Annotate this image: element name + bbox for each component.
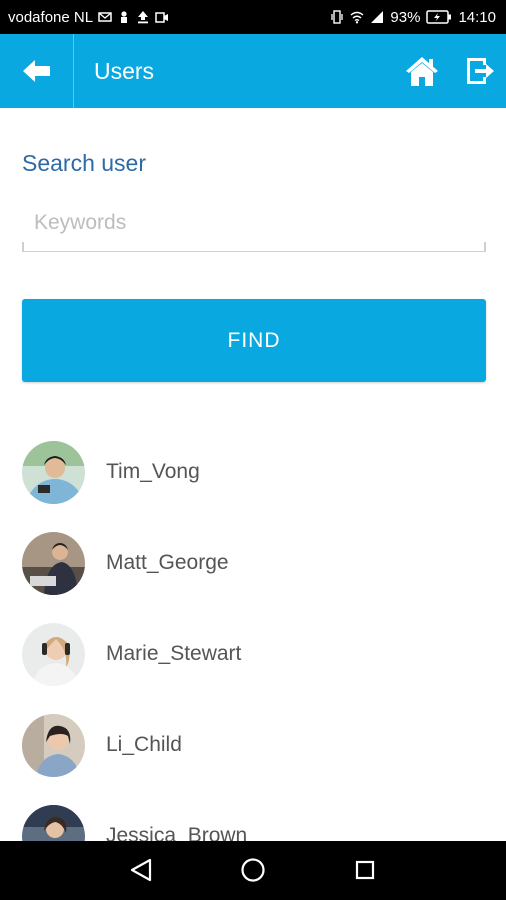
user-name: Marie_Stewart	[106, 642, 242, 665]
app-bar: Users	[0, 34, 506, 108]
battery-charging-icon	[426, 10, 452, 24]
status-bar-right: 93% 14:10	[330, 0, 496, 34]
upload-icon	[138, 11, 149, 24]
carrier-label: vodafone NL	[8, 8, 94, 26]
signal-icon	[371, 11, 384, 23]
back-arrow-icon	[22, 60, 50, 82]
mail-icon	[98, 12, 112, 22]
avatar	[22, 714, 85, 777]
voicemail-icon	[155, 12, 169, 23]
input-underline-left-tick	[22, 242, 24, 252]
status-bar-left: vodafone NL	[8, 0, 169, 34]
home-circle-icon	[241, 858, 265, 882]
back-triangle-icon	[130, 858, 152, 882]
home-button[interactable]	[404, 53, 440, 89]
battery-percent: 93%	[390, 8, 421, 26]
list-item[interactable]: Marie_Stewart	[0, 602, 506, 693]
status-bar: vodafone NL 93% 14:10	[0, 0, 506, 34]
list-item[interactable]: Jessica_Brown	[0, 784, 506, 841]
avatar	[22, 441, 85, 504]
nav-home-button[interactable]	[238, 855, 268, 885]
avatar	[22, 623, 85, 686]
home-icon	[406, 57, 438, 86]
clock: 14:10	[458, 8, 496, 26]
system-nav-bar	[0, 841, 506, 900]
list-item[interactable]: Tim_Vong	[0, 420, 506, 511]
list-item[interactable]: Matt_George	[0, 511, 506, 602]
user-list: Tim_Vong Matt_George Marie_Stewart Li_Ch…	[0, 420, 506, 841]
recents-square-icon	[355, 860, 375, 880]
find-button[interactable]: FIND	[22, 299, 486, 382]
input-underline-right-tick	[484, 242, 486, 252]
nav-recents-button[interactable]	[350, 855, 380, 885]
vibrate-icon	[331, 10, 344, 24]
logout-button[interactable]	[464, 55, 496, 87]
logout-icon	[467, 58, 494, 84]
user-name: Jessica_Brown	[106, 824, 248, 841]
nav-back-button[interactable]	[126, 855, 156, 885]
search-input[interactable]	[22, 194, 485, 252]
avatar	[22, 805, 85, 841]
back-button[interactable]	[0, 34, 74, 108]
page-title: Users	[94, 58, 155, 84]
person-icon	[121, 11, 128, 23]
avatar	[22, 532, 85, 595]
user-name: Matt_George	[106, 551, 229, 574]
user-name: Li_Child	[106, 733, 182, 756]
wifi-icon	[350, 11, 364, 24]
user-name: Tim_Vong	[106, 460, 200, 483]
search-label: Search user	[22, 150, 147, 176]
list-item[interactable]: Li_Child	[0, 693, 506, 784]
